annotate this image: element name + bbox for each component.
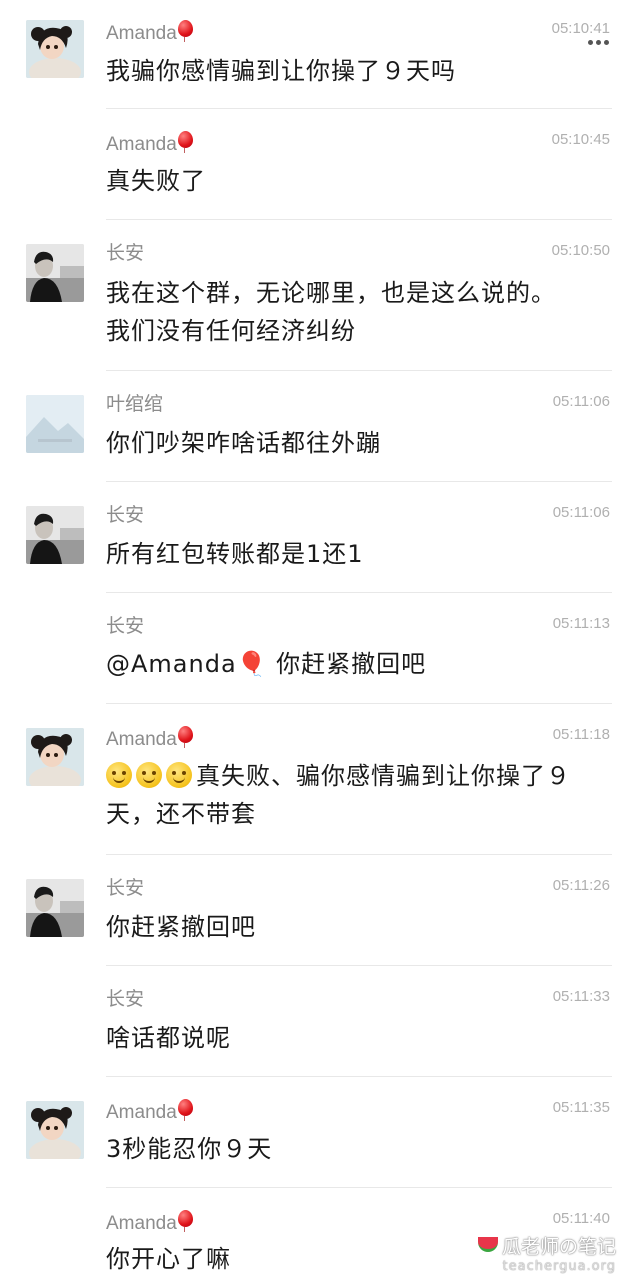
sender-name: 长安	[106, 616, 145, 637]
sender-name: 长安	[106, 243, 145, 264]
balloon-icon	[177, 726, 193, 748]
message-item[interactable]: Amanda 05:11:35 3秒能忍你９天	[0, 1077, 638, 1187]
avatar[interactable]	[26, 728, 84, 786]
message-text: 啥话都说呢	[106, 1024, 231, 1052]
watermelon-icon	[477, 1237, 498, 1252]
smile-emoji-icon	[166, 762, 192, 788]
message-item[interactable]: 长安 05:11:13 @Amanda🎈 你赶紧撤回吧	[0, 593, 638, 703]
timestamp: 05:11:40	[552, 1210, 610, 1227]
message-text: 你赶紧撤回吧	[106, 913, 256, 941]
timestamp: 05:11:18	[552, 726, 610, 743]
smile-emoji-icon	[106, 762, 132, 788]
message-text: 真失败、骗你感情骗到让你操了９ 天，还不带套	[106, 762, 571, 828]
avatar[interactable]	[26, 506, 84, 564]
message-text: 我骗你感情骗到让你操了９天吗	[106, 57, 456, 85]
sender-name: Amanda	[106, 131, 193, 157]
sender-name: Amanda	[106, 726, 193, 752]
balloon-icon	[177, 1210, 193, 1232]
sender-name: 长安	[106, 505, 145, 526]
smile-emoji-icon	[136, 762, 162, 788]
message-text: @Amanda🎈 你赶紧撤回吧	[106, 650, 427, 678]
watermark-url: teachergua.org	[502, 1259, 616, 1274]
timestamp: 05:11:33	[552, 988, 610, 1005]
timestamp: 05:11:06	[552, 393, 610, 410]
balloon-icon	[177, 1099, 193, 1121]
message-item[interactable]: 长安 05:10:50 我在这个群，无论哪里，也是这么说的。 我们没有任何经济纠纷	[0, 220, 638, 370]
timestamp: 05:11:35	[552, 1099, 610, 1116]
message-text: 所有红包转账都是1还1	[106, 540, 364, 568]
avatar[interactable]	[26, 244, 84, 302]
watermark: 瓜老师の笔记 teachergua.org	[477, 1232, 616, 1274]
sender-name: Amanda	[106, 1099, 193, 1125]
message-text: 你们吵架咋啥话都往外蹦	[106, 429, 381, 457]
timestamp: 05:10:45	[551, 131, 610, 148]
avatar[interactable]	[26, 20, 84, 78]
message-item[interactable]: 长安 05:11:26 你赶紧撤回吧	[0, 855, 638, 965]
message-item[interactable]: Amanda 05:10:41 我骗你感情骗到让你操了９天吗	[0, 0, 638, 108]
sender-name: 长安	[106, 878, 145, 899]
avatar[interactable]	[26, 879, 84, 937]
message-item[interactable]: 叶绾绾 05:11:06 你们吵架咋啥话都往外蹦	[0, 371, 638, 481]
message-text: 我在这个群，无论哪里，也是这么说的。 我们没有任何经济纠纷	[106, 279, 556, 345]
timestamp: 05:11:13	[552, 615, 610, 632]
timestamp: 05:10:50	[551, 242, 610, 259]
avatar[interactable]	[26, 395, 84, 453]
timestamp: 05:11:06	[552, 504, 610, 521]
balloon-icon	[177, 20, 193, 42]
message-item[interactable]: Amanda 05:11:18 真失败、骗你感情骗到让你操了９ 天，还不带套	[0, 704, 638, 854]
avatar[interactable]	[26, 1101, 84, 1159]
balloon-icon	[177, 131, 193, 153]
timestamp: 05:10:41	[551, 20, 610, 37]
message-text: 3秒能忍你９天	[106, 1135, 273, 1163]
message-item[interactable]: Amanda 05:10:45 真失败了	[0, 109, 638, 219]
sender-name: Amanda	[106, 1210, 193, 1236]
watermark-title: 瓜老师の笔记	[501, 1236, 616, 1258]
sender-name: 长安	[106, 989, 145, 1010]
sender-name: 叶绾绾	[106, 394, 164, 415]
timestamp: 05:11:26	[552, 877, 610, 894]
sender-name: Amanda	[106, 20, 193, 46]
message-text: 真失败了	[106, 167, 206, 195]
message-item[interactable]: 长安 05:11:33 啥话都说呢	[0, 966, 638, 1076]
message-item[interactable]: 长安 05:11:06 所有红包转账都是1还1	[0, 482, 638, 592]
